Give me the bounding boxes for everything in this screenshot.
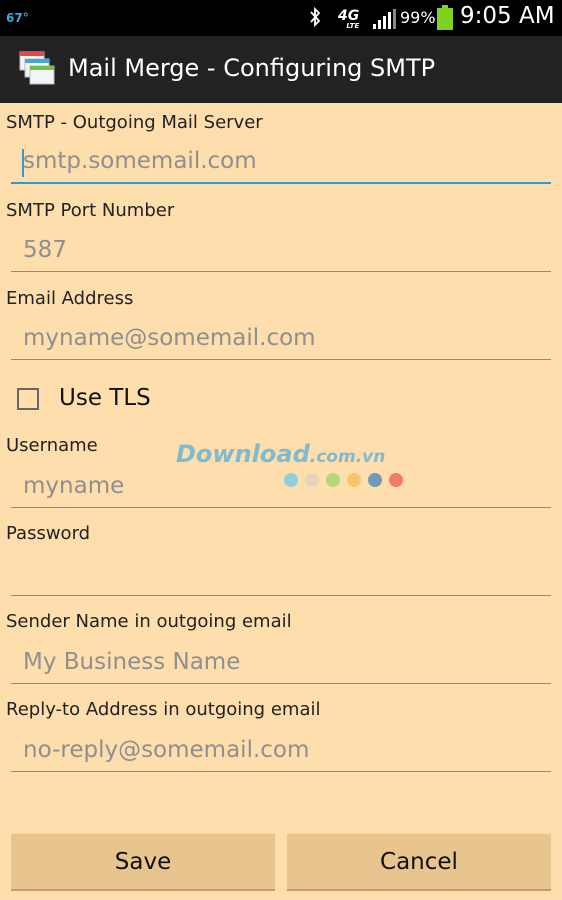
watermark-suffix: .com.vn [309,447,386,467]
mail-merge-app-icon [18,50,58,90]
bluetooth-icon [308,6,322,32]
signal-icon [372,8,396,34]
reply-to-input[interactable] [11,728,551,772]
page-title: Mail Merge - Configuring SMTP [68,54,436,82]
smtp-port-input[interactable] [11,228,551,272]
smtp-server-input[interactable] [11,140,551,184]
username-label: Username [6,435,98,456]
network-subtype: LTE [346,22,360,30]
password-input[interactable] [11,552,551,596]
watermark-text: Download [176,440,310,468]
battery-icon [436,5,454,35]
battery-percent: 99% [400,8,436,27]
text-caret [22,149,24,177]
use-tls-label[interactable]: Use TLS [59,385,151,411]
email-label: Email Address [6,288,134,309]
email-input[interactable] [11,316,551,360]
password-label: Password [6,523,91,544]
status-bar: 67° 4G LTE 99% 9:05 AM [0,0,562,36]
use-tls-checkbox[interactable] [17,388,39,410]
temperature-readout: 67° [6,11,29,25]
cancel-button[interactable]: Cancel [287,833,551,889]
network-indicator: 4G LTE [338,9,359,30]
reply-to-label: Reply-to Address in outgoing email [6,699,321,720]
smtp-port-label: SMTP Port Number [6,200,175,221]
status-clock: 9:05 AM [460,3,555,29]
watermark-dots [284,472,410,491]
smtp-server-label: SMTP - Outgoing Mail Server [6,112,263,133]
sender-name-input[interactable] [11,640,551,684]
watermark-logo: Download.com.vn [176,440,385,468]
save-button[interactable]: Save [11,833,275,889]
username-input[interactable] [11,464,551,508]
title-bar: Mail Merge - Configuring SMTP [0,36,562,103]
sender-name-label: Sender Name in outgoing email [6,611,292,632]
